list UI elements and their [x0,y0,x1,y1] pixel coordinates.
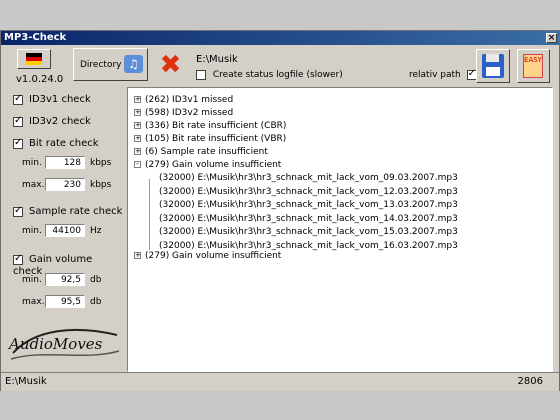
status-logfile-checkbox[interactable] [196,70,206,80]
bitrate-checkbox[interactable] [13,137,23,149]
music-folder-icon: ♫ [124,55,143,73]
floppy-disk-icon [482,54,504,78]
save-button[interactable] [476,49,510,83]
bitrate-max-unit: kbps [90,180,112,190]
tree-file-item[interactable]: (32000) E:\Musik\hr3\hr3_schnack_mit_lac… [159,173,458,183]
id3v2-label: ID3v2 check [29,116,91,127]
gain-min-input[interactable]: 92,5 [45,273,85,286]
expand-icon[interactable]: + [134,109,141,116]
expand-icon[interactable]: + [134,122,141,129]
bitrate-max-input[interactable]: 230 [45,178,85,191]
status-logfile-option[interactable]: Create status logfile (slower) [196,70,343,81]
logo-swoosh: AudioMoves [7,328,120,360]
tree-node-label: (279) Gain volume insufficient [145,160,282,170]
tree-node[interactable]: + (598) ID3v2 missed [134,108,233,118]
easy-icon: EASY [523,54,543,78]
tree-node[interactable]: - (279) Gain volume insufficient [134,160,281,170]
bitrate-option[interactable]: Bit rate check [13,137,99,150]
app-window: MP3-Check × v1.0.24.0 Directory ♫ ✖ E:\M… [0,30,560,391]
bitrate-label: Bit rate check [29,138,99,149]
tree-node-label: (262) ID3v1 missed [145,95,234,105]
bitrate-min-input[interactable]: 128 [45,156,85,169]
samplerate-min-input[interactable]: 44100 [45,224,85,237]
bitrate-max-label: max. [22,180,45,190]
expand-icon[interactable]: + [134,135,141,142]
expand-icon[interactable]: + [134,96,141,103]
cancel-button[interactable]: ✖ [156,52,185,79]
tree-node-label: (6) Sample rate insufficient [145,147,268,157]
relativ-path-option[interactable]: relativ path [409,68,477,81]
id3v2-option[interactable]: ID3v2 check [13,115,91,128]
id3v1-option[interactable]: ID3v1 check [13,93,91,106]
status-logfile-label: Create status logfile (slower) [212,70,343,80]
audiomoves-logo: AudioMoves [5,321,125,366]
gain-checkbox[interactable] [13,253,23,265]
easy-button[interactable]: EASY [517,49,550,83]
directory-button[interactable]: Directory ♫ [73,48,148,81]
title-bar: MP3-Check × [1,31,559,45]
id3v1-checkbox[interactable] [13,93,23,105]
window-title: MP3-Check [4,32,67,43]
tree-node[interactable]: + (336) Bit rate insufficient (CBR) [134,121,286,131]
samplerate-option[interactable]: Sample rate check [13,205,123,218]
version-label: v1.0.24.0 [16,74,64,85]
german-flag-icon [26,53,42,65]
tree-node[interactable]: + (279) Gain volume insufficient [134,251,281,261]
samplerate-checkbox[interactable] [13,205,23,217]
close-button[interactable]: × [546,33,557,43]
id3v1-label: ID3v1 check [29,94,91,105]
tree-node[interactable]: + (262) ID3v1 missed [134,95,233,105]
language-button[interactable] [17,49,51,69]
collapse-icon[interactable]: - [134,161,141,168]
relativ-path-label: relativ path [409,70,461,80]
red-x-icon: ✖ [159,50,182,80]
tree-file-item[interactable]: (32000) E:\Musik\hr3\hr3_schnack_mit_lac… [159,200,458,210]
gain-max-unit: db [90,297,102,307]
tree-file-item[interactable]: (32000) E:\Musik\hr3\hr3_schnack_mit_lac… [159,227,458,237]
directory-button-label: Directory [80,60,122,70]
tree-file-item[interactable]: (32000) E:\Musik\hr3\hr3_schnack_mit_lac… [159,214,458,224]
id3v2-checkbox[interactable] [13,115,23,127]
tree-node[interactable]: + (105) Bit rate insufficient (VBR) [134,134,286,144]
status-path: E:\Musik [5,376,47,387]
tree-node-label: (336) Bit rate insufficient (CBR) [145,121,287,131]
samplerate-min-label: min. [22,226,42,236]
status-count: 2806 [517,376,543,387]
tree-node-label: (279) Gain volume insufficient [145,251,282,261]
tree-node[interactable]: + (6) Sample rate insufficient [134,147,268,157]
gain-max-label: max. [22,297,45,307]
expand-icon[interactable]: + [134,252,141,259]
expand-icon[interactable]: + [134,148,141,155]
gain-min-unit: db [90,275,102,285]
samplerate-label: Sample rate check [29,206,123,217]
samplerate-unit: Hz [90,226,102,236]
results-tree[interactable]: + (262) ID3v1 missed + (598) ID3v2 missed + (… [127,87,553,372]
tree-node-label: (598) ID3v2 missed [145,108,234,118]
directory-path: E:\Musik [196,54,238,65]
bitrate-min-unit: kbps [90,158,112,168]
status-bar: E:\Musik 2806 [1,372,559,391]
tree-file-item[interactable]: (32000) E:\Musik\hr3\hr3_schnack_mit_lac… [159,241,458,251]
gain-max-input[interactable]: 95,5 [45,295,85,308]
tree-file-item[interactable]: (32000) E:\Musik\hr3\hr3_schnack_mit_lac… [159,187,458,197]
svg-text:AudioMoves: AudioMoves [7,335,103,353]
gain-min-label: min. [22,275,42,285]
tree-node-label: (105) Bit rate insufficient (VBR) [145,134,287,144]
tree-connector-line [149,179,150,250]
bitrate-min-label: min. [22,158,42,168]
